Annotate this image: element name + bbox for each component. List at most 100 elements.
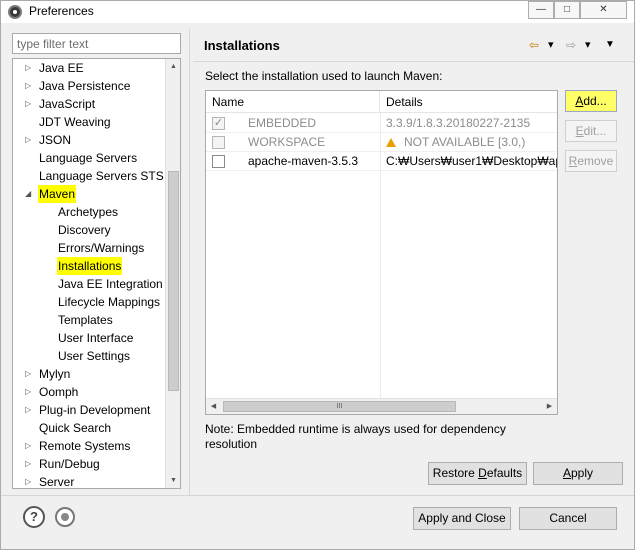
remove-mnemonic: R [568, 154, 578, 168]
row-checkbox[interactable] [212, 136, 225, 149]
apply-label-rest: pply [571, 466, 594, 480]
table-hscrollbar[interactable]: ◀ III ▶ [206, 398, 557, 414]
restore-label-rest: efaults [486, 466, 523, 480]
tree-item-label: Maven [38, 185, 77, 203]
tree-item-label: Remote Systems [39, 439, 131, 453]
restore-defaults-button[interactable]: Restore Defaults [428, 462, 527, 485]
import-export-icon[interactable] [55, 507, 75, 527]
installation-name: EMBEDDED [248, 116, 317, 130]
remove-button[interactable]: Remove [565, 150, 617, 172]
hscroll-thumb[interactable]: III [223, 401, 456, 412]
scroll-right-arrow[interactable]: ▶ [542, 399, 557, 414]
column-header-name[interactable]: Name [206, 91, 380, 113]
apply-and-close-button[interactable]: Apply and Close [413, 507, 511, 530]
scroll-thumb[interactable] [168, 171, 179, 391]
edit-mnemonic: E [575, 124, 584, 138]
tree-item-label: Discovery [58, 223, 111, 237]
warning-icon [386, 138, 396, 147]
tree-scrollbar[interactable]: ▲ ▼ [165, 59, 180, 488]
tree-item-label: Java EE Integration [58, 277, 163, 291]
tree-item-label: JDT Weaving [39, 115, 111, 129]
scroll-up-arrow[interactable]: ▲ [166, 59, 180, 74]
tree-item-label: Lifecycle Mappings [58, 295, 161, 309]
tree-item-label: Java Persistence [39, 79, 131, 93]
close-button[interactable]: ✕ [580, 1, 627, 19]
eclipse-app-icon [8, 5, 22, 19]
collapsed-arrow-icon[interactable]: ▷ [25, 365, 31, 383]
apply-button[interactable]: Apply [533, 462, 623, 485]
table-row[interactable]: apache-maven-3.5.3 C:₩Users₩user1₩Desktop… [206, 152, 557, 171]
tree-item-label: Plug-in Development [39, 403, 151, 417]
tree-item-label: JSON [39, 133, 72, 147]
collapsed-arrow-icon[interactable]: ▷ [25, 401, 31, 419]
remove-label: emove [577, 154, 614, 168]
forward-arrow-icon[interactable]: ⇨ [566, 37, 576, 53]
table-row[interactable]: ✓ EMBEDDED 3.3.9/1.8.3.20180227-2135 [206, 114, 557, 133]
add-button[interactable]: Add... [565, 90, 617, 112]
installation-details: 3.3.9/1.8.3.20180227-2135 [386, 114, 557, 133]
window-title: Preferences [29, 4, 94, 18]
table-row[interactable]: WORKSPACE NOT AVAILABLE [3.0,) [206, 133, 557, 152]
page-description: Select the installation used to launch M… [205, 69, 443, 83]
collapsed-arrow-icon[interactable]: ▷ [25, 455, 31, 473]
title-bar: Preferences — □ ✕ [1, 1, 634, 23]
tree-item-label: Server [39, 475, 75, 489]
minimize-button[interactable]: — [528, 1, 554, 19]
edit-button[interactable]: Edit... [565, 120, 617, 142]
collapsed-arrow-icon[interactable]: ▷ [25, 77, 31, 95]
tree-item-label: Run/Debug [39, 457, 100, 471]
installation-details-text: NOT AVAILABLE [3.0,) [404, 135, 526, 149]
installation-details: NOT AVAILABLE [3.0,) [386, 133, 557, 152]
installation-details-text: 3.3.9/1.8.3.20180227-2135 [386, 116, 531, 130]
installation-details: C:₩Users₩user1₩Desktop₩apac [386, 152, 557, 171]
collapsed-arrow-icon[interactable]: ▷ [25, 437, 31, 455]
tree-item-label: Installations [57, 257, 123, 275]
scroll-left-arrow[interactable]: ◀ [206, 399, 221, 414]
installation-name: WORKSPACE [248, 135, 326, 149]
tree-item-label: Java EE [39, 61, 84, 75]
collapsed-arrow-icon[interactable]: ▷ [25, 95, 31, 113]
tree-item-label: Templates [58, 313, 113, 327]
cancel-button[interactable]: Cancel [519, 507, 617, 530]
restore-mnemonic: D [478, 466, 487, 480]
tree-item-label: Archetypes [58, 205, 119, 219]
row-checkbox[interactable] [212, 155, 225, 168]
expanded-arrow-icon[interactable]: ◢ [25, 185, 31, 203]
footer-separator [1, 495, 634, 496]
tree-item-label: Language Servers [39, 151, 138, 165]
preferences-window: Preferences — □ ✕ ▷ Java EE ▷ Java Persiste… [0, 0, 635, 550]
tree-item-label: User Settings [58, 349, 131, 363]
apply-mnemonic: A [562, 466, 571, 480]
tree-item-label: Errors/Warnings [58, 241, 145, 255]
preferences-tree: ▷ Java EE ▷ Java Persistence ▷ JavaScript JDT … [12, 58, 181, 489]
edit-label: dit... [583, 124, 607, 138]
collapsed-arrow-icon[interactable]: ▷ [25, 383, 31, 401]
filter-input[interactable] [12, 33, 181, 54]
maximize-button[interactable]: □ [554, 1, 580, 19]
collapsed-arrow-icon[interactable]: ▷ [25, 473, 31, 488]
tree-item-label: Mylyn [39, 367, 71, 381]
forward-menu-chevron-icon[interactable]: ▾ [585, 37, 591, 53]
restore-label-pre: Restore [432, 466, 479, 480]
tree-item-label: Language Servers STS [39, 169, 164, 183]
back-menu-chevron-icon[interactable]: ▾ [548, 37, 554, 53]
column-header-details[interactable]: Details [380, 91, 557, 113]
tree-item-label: Oomph [39, 385, 79, 399]
installation-details-text: C:₩Users₩user1₩Desktop₩apac [386, 154, 557, 168]
tree-item-label: User Interface [58, 331, 134, 345]
panel-divider[interactable] [189, 29, 193, 495]
tree-item-label: Quick Search [39, 421, 112, 435]
collapsed-arrow-icon[interactable]: ▷ [25, 59, 31, 77]
scroll-down-arrow[interactable]: ▼ [166, 473, 180, 488]
back-arrow-icon[interactable]: ⇦ [529, 37, 539, 53]
collapsed-arrow-icon[interactable]: ▷ [25, 131, 31, 149]
table-header: Name Details [206, 91, 557, 113]
add-label: dd... [583, 94, 607, 108]
help-icon[interactable]: ? [23, 506, 45, 528]
page-title: Installations [204, 38, 280, 53]
title-separator [193, 61, 634, 62]
tree-item-label: JavaScript [39, 97, 96, 111]
installations-table: Name Details ✓ EMBEDDED 3.3.9/1.8.3.201802… [205, 90, 558, 415]
view-menu-icon[interactable]: ▼ [605, 37, 615, 53]
row-checkbox[interactable]: ✓ [212, 117, 225, 130]
